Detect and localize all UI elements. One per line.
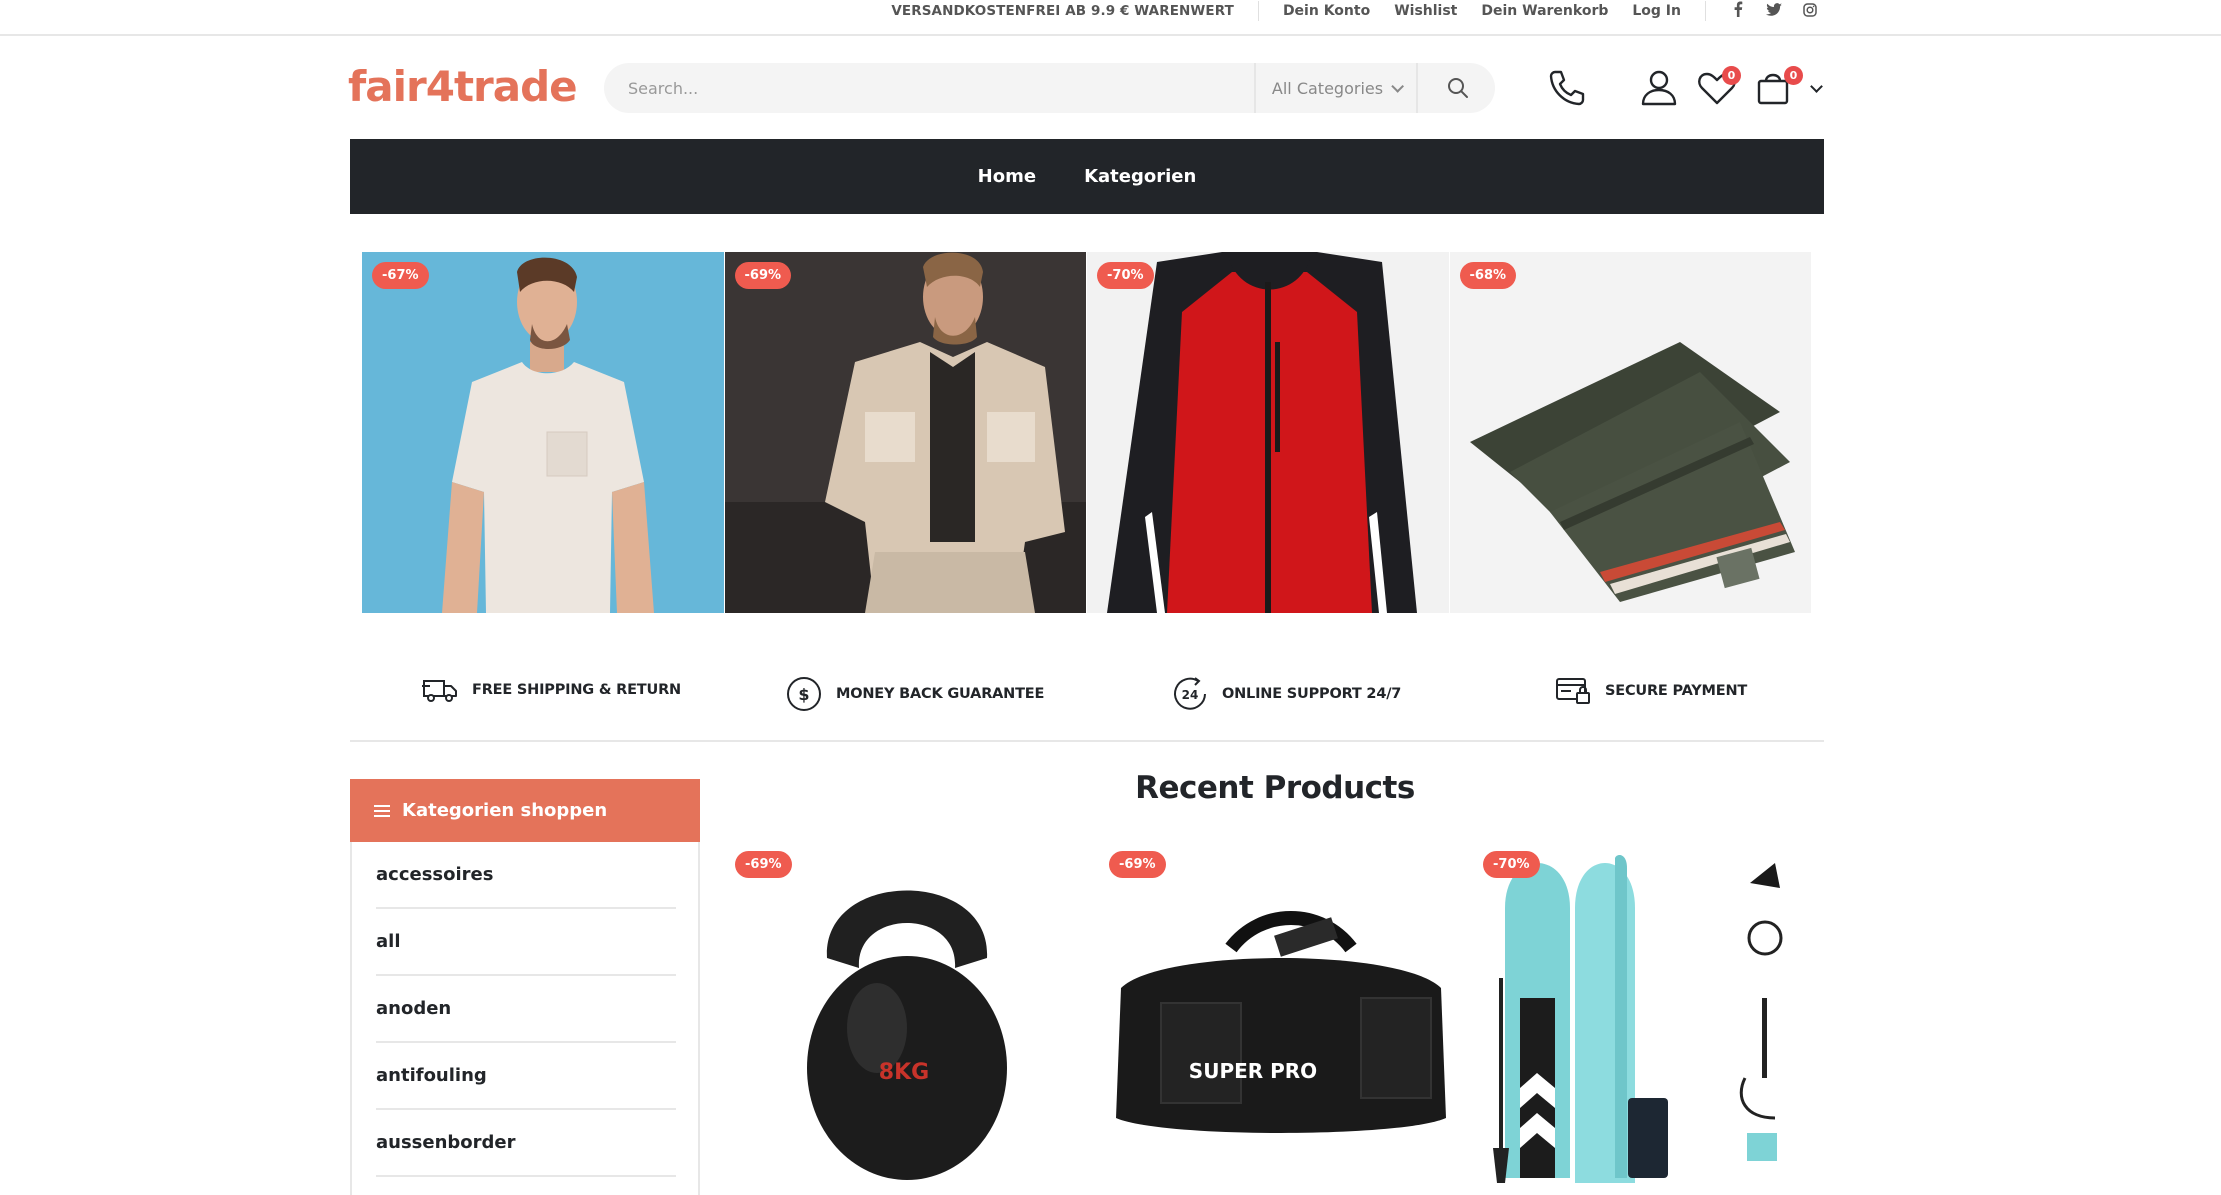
- sherpa-jacket-image: [724, 252, 1086, 613]
- chevron-down-icon: [1391, 79, 1405, 93]
- category-item-antifouling[interactable]: antifouling: [376, 1043, 676, 1110]
- category-select[interactable]: All Categories: [1254, 63, 1418, 113]
- feature-label: SECURE PAYMENT: [1605, 683, 1748, 699]
- feature-label: ONLINE SUPPORT 24/7: [1222, 686, 1402, 702]
- banner-scarf[interactable]: -68%: [1449, 252, 1811, 613]
- banner-ski-jacket[interactable]: -70%: [1087, 252, 1449, 613]
- facebook-icon[interactable]: [1730, 1, 1746, 21]
- category-select-label: All Categories: [1271, 78, 1384, 98]
- bag-brand-label: SUPER PRO: [1189, 1059, 1317, 1083]
- top-bar: VERSANDKOSTENFREI AB 9.9 € WARENWERT Dei…: [0, 0, 2221, 36]
- promo-banners: -67% -69% -70% -68%: [362, 252, 1812, 613]
- recent-products-title: Recent Products: [1135, 770, 1415, 806]
- wishlist-count-badge: 0: [1722, 66, 1741, 85]
- category-sidebar: Kategorien shoppen accessoires all anode…: [350, 779, 700, 1195]
- sidebar-title: Kategorien shoppen: [402, 800, 608, 821]
- ski-jacket-image: [1087, 252, 1449, 613]
- shipping-truck-icon: [422, 680, 457, 702]
- category-item-accessoires[interactable]: accessoires: [376, 842, 676, 909]
- discount-badge: -69%: [734, 262, 792, 289]
- category-item-aussenborder[interactable]: aussenborder: [376, 1110, 676, 1177]
- cart-chevron-down-icon[interactable]: [1810, 80, 1823, 93]
- dollar-coin-icon: $: [787, 677, 821, 711]
- wishlist-link[interactable]: Wishlist: [1394, 3, 1457, 19]
- kettlebell-image: 8KG: [727, 848, 1087, 1195]
- product-card-kettlebell[interactable]: 8KG -69%: [727, 848, 1087, 1195]
- feature-secure-payment: SECURE PAYMENT: [1555, 676, 1747, 706]
- discount-badge: -67%: [372, 262, 429, 289]
- banner-tshirt[interactable]: -67%: [362, 252, 724, 613]
- secure-payment-icon: [1556, 678, 1590, 704]
- cart-link[interactable]: Dein Warenkorb: [1481, 3, 1608, 19]
- nav-home[interactable]: Home: [978, 166, 1036, 187]
- banner-jacket[interactable]: -69%: [724, 252, 1086, 613]
- product-card-paddle-board[interactable]: -70%: [1475, 848, 1835, 1195]
- feature-shipping: FREE SHIPPING & RETURN: [422, 676, 681, 704]
- divider: [1257, 1, 1259, 21]
- svg-text:$: $: [798, 685, 809, 704]
- main-nav: Home Kategorien: [350, 139, 1824, 214]
- cart-count-badge: 0: [1784, 66, 1803, 85]
- discount-badge: -69%: [1109, 851, 1166, 878]
- top-bar-inner: VERSANDKOSTENFREI AB 9.9 € WARENWERT Dei…: [891, 0, 1818, 22]
- support-24-icon: 24: [1174, 677, 1206, 710]
- search-input[interactable]: [628, 63, 1208, 113]
- instagram-icon[interactable]: [1802, 2, 1818, 21]
- feature-support: 24 ONLINE SUPPORT 24/7: [1172, 676, 1401, 712]
- feature-label: FREE SHIPPING & RETURN: [472, 682, 681, 698]
- shipping-notice: VERSANDKOSTENFREI AB 9.9 € WARENWERT: [891, 3, 1234, 19]
- account-link[interactable]: Dein Konto: [1283, 3, 1370, 19]
- category-item-anoden[interactable]: anoden: [376, 976, 676, 1043]
- user-icon[interactable]: [1637, 66, 1681, 110]
- login-link[interactable]: Log In: [1632, 3, 1681, 19]
- feature-strip: FREE SHIPPING & RETURN $ MONEY BACK GUAR…: [350, 670, 1824, 742]
- tshirt-image: [362, 252, 724, 613]
- discount-badge: -70%: [1097, 262, 1154, 289]
- product-card-sports-bag[interactable]: SUPER PRO -69%: [1101, 848, 1461, 1195]
- sidebar-header[interactable]: Kategorien shoppen: [350, 779, 700, 842]
- discount-badge: -70%: [1483, 851, 1540, 878]
- search-bar: All Categories: [604, 63, 1495, 113]
- nav-kategorien[interactable]: Kategorien: [1084, 166, 1196, 187]
- paddle-board-image: [1475, 848, 1835, 1195]
- svg-text:24: 24: [1182, 688, 1199, 702]
- discount-badge: -69%: [735, 851, 792, 878]
- kettlebell-label: 8KG: [879, 1060, 929, 1085]
- discount-badge: -68%: [1459, 262, 1517, 289]
- search-icon: [1448, 78, 1468, 98]
- search-button[interactable]: [1434, 63, 1482, 113]
- feature-money-back: $ MONEY BACK GUARANTEE: [786, 676, 1044, 712]
- divider: [1705, 1, 1706, 21]
- twitter-icon[interactable]: [1766, 2, 1782, 21]
- sports-bag-image: SUPER PRO: [1101, 848, 1461, 1195]
- category-list: accessoires all anoden antifouling ausse…: [376, 842, 676, 1177]
- menu-icon: [374, 804, 390, 817]
- category-item-all[interactable]: all: [376, 909, 676, 976]
- scarf-image: [1449, 252, 1811, 613]
- phone-icon[interactable]: [1545, 66, 1589, 110]
- site-logo[interactable]: fair4trade: [348, 62, 578, 111]
- feature-label: MONEY BACK GUARANTEE: [836, 686, 1045, 702]
